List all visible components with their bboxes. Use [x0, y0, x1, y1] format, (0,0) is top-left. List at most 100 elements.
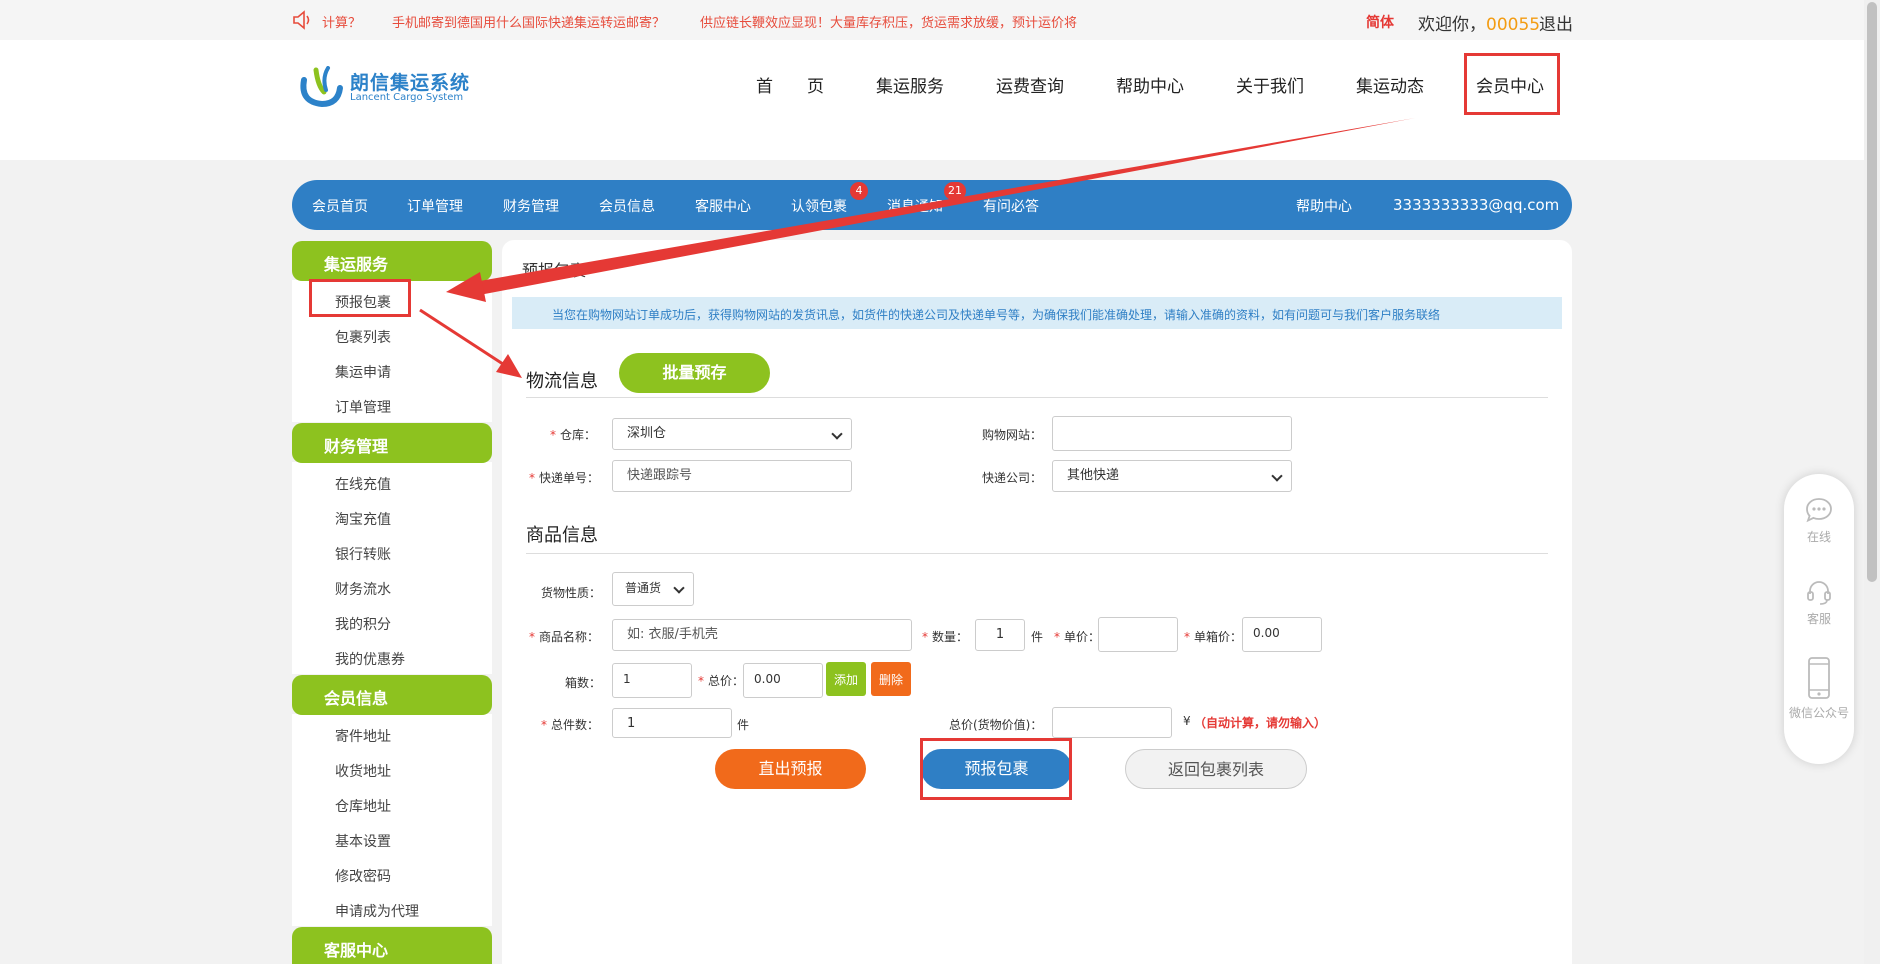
speaker-icon	[293, 10, 310, 30]
courier-select[interactable]: 其他快递	[1052, 460, 1292, 492]
headset-icon	[1807, 581, 1831, 605]
info-tip: 当您在购物网站订单成功后，获得购物网站的发货讯息，如货件的快递公司及快递单号等，…	[512, 297, 1562, 329]
tracking-input[interactable]: 快递跟踪号	[612, 460, 852, 492]
goods-nature-select[interactable]: 普通货	[612, 572, 694, 606]
member-nav-claim[interactable]: 认领包裹	[791, 196, 847, 216]
notice-item[interactable]: 计算？	[322, 12, 361, 31]
member-nav-help[interactable]: 帮助中心	[1296, 196, 1352, 216]
online-chat-label: 在线	[1806, 530, 1831, 544]
section-title-goods: 商品信息	[526, 525, 598, 546]
section-title-logistics: 物流信息	[526, 371, 598, 392]
boxes-input[interactable]: 1	[612, 663, 692, 698]
add-item-button[interactable]: 添加	[826, 662, 866, 696]
sidebar-item-parcel-list[interactable]: 包裹列表	[335, 327, 391, 347]
sidebar-item-recharge[interactable]: 在线充值	[335, 474, 391, 494]
box-price-input[interactable]: 0.00	[1242, 617, 1322, 652]
sidebar-group: 寄件地址 收货地址 仓库地址 基本设置 修改密码 申请成为代理	[292, 714, 492, 926]
sidebar-item-transactions[interactable]: 财务流水	[335, 579, 391, 599]
total-pieces-input[interactable]: 1	[612, 708, 732, 738]
member-nav-messages[interactable]: 消息通知	[887, 196, 943, 216]
logo-subtitle: Lancent Cargo System	[350, 92, 464, 103]
sidebar-item-become-agent[interactable]: 申请成为代理	[335, 901, 419, 921]
goods-name-label: * 商品名称：	[529, 630, 600, 644]
total-pieces-label: * 总件数：	[541, 718, 600, 732]
notice-item[interactable]: 手机邮寄到德国用什么国际快递集运转运邮寄？	[392, 12, 665, 31]
tracking-label: * 快递单号：	[529, 471, 600, 485]
nav-cargo-news[interactable]: 集运动态	[1356, 72, 1424, 97]
batch-forecast-button[interactable]: 批量预存	[619, 353, 770, 393]
member-nav-home[interactable]: 会员首页	[312, 196, 368, 216]
box-price-label: * 单箱价：	[1184, 630, 1243, 644]
nav-freight-query[interactable]: 运费查询	[996, 72, 1064, 97]
nav-cargo-service[interactable]: 集运服务	[876, 72, 944, 97]
nav-help-center[interactable]: 帮助中心	[1116, 72, 1184, 97]
sidebar-item-orders[interactable]: 订单管理	[335, 397, 391, 417]
customer-service-label: 客服	[1806, 612, 1831, 626]
logout-link[interactable]: 退出	[1539, 10, 1573, 35]
user-id[interactable]: 00055	[1486, 15, 1540, 35]
warehouse-label: * 仓库：	[550, 428, 597, 442]
currency-symbol: ¥	[1183, 714, 1191, 728]
member-nav-orders[interactable]: 订单管理	[407, 196, 463, 216]
member-nav-service[interactable]: 客服中心	[695, 196, 751, 216]
sidebar-item-bank-transfer[interactable]: 银行转账	[335, 544, 391, 564]
sidebar-section-title[interactable]: 会员信息	[292, 675, 492, 715]
sidebar-item-warehouse-address[interactable]: 仓库地址	[335, 796, 391, 816]
member-nav-info[interactable]: 会员信息	[599, 196, 655, 216]
price-label: * 单价：	[1054, 630, 1101, 644]
sidebar-item-points[interactable]: 我的积分	[335, 614, 391, 634]
notice-item[interactable]: 供应链长鞭效应显现！大量库存积压，货运需求放缓，预计运价将	[700, 12, 1077, 31]
welcome-text: 欢迎你，00055	[1418, 15, 1541, 35]
price-input[interactable]	[1098, 617, 1178, 652]
language-switch[interactable]: 简体	[1366, 12, 1394, 32]
shop-site-input[interactable]	[1052, 416, 1292, 451]
goods-nature-label: 货物性质：	[541, 586, 602, 600]
sidebar-item-basic-settings[interactable]: 基本设置	[335, 831, 391, 851]
warehouse-select[interactable]: 深圳仓	[612, 418, 852, 450]
sidebar-item-sender-address[interactable]: 寄件地址	[335, 726, 391, 746]
goods-value-label: 总价(货物价值)：	[949, 718, 1043, 732]
member-nav-faq[interactable]: 有问必答	[983, 196, 1039, 216]
member-email[interactable]: 3333333333@qq.com	[1393, 196, 1559, 214]
qty-unit: 件	[1031, 630, 1044, 644]
scrollbar-thumb[interactable]	[1867, 2, 1877, 582]
wechat-official[interactable]: 微信公众号	[1784, 656, 1854, 721]
courier-label: 快递公司：	[982, 471, 1043, 485]
nav-home[interactable]: 首 页	[756, 72, 824, 97]
floating-contact-widget: 在线 客服 微信公众号	[1784, 474, 1854, 764]
announcement-bar: 计算？ 手机邮寄到德国用什么国际快递集运转运邮寄？ 供应链长鞭效应显现！大量库存…	[0, 0, 1864, 40]
member-nav-finance[interactable]: 财务管理	[503, 196, 559, 216]
scrollbar[interactable]	[1864, 0, 1880, 964]
sidebar-section-title[interactable]: 财务管理	[292, 423, 492, 463]
sidebar-section-title[interactable]: 集运服务	[292, 241, 492, 281]
qty-input[interactable]: 1	[975, 619, 1025, 651]
sidebar-item-coupons[interactable]: 我的优惠券	[335, 649, 405, 669]
direct-forecast-button[interactable]: 直出预报	[715, 749, 866, 789]
online-chat[interactable]: 在线	[1784, 496, 1854, 545]
sidebar-item-taobao-recharge[interactable]: 淘宝充值	[335, 509, 391, 529]
customer-service[interactable]: 客服	[1784, 578, 1854, 627]
site-logo[interactable]: 朗信集运系统 Lancent Cargo System	[298, 64, 469, 110]
site-header	[0, 40, 1864, 160]
chat-bubble-icon	[1806, 498, 1832, 523]
sidebar-item-receiver-address[interactable]: 收货地址	[335, 761, 391, 781]
annotation-highlight-box	[309, 279, 411, 317]
total-price-input[interactable]: 0.00	[743, 663, 823, 698]
shop-site-label: 购物网站：	[982, 428, 1043, 442]
goods-value-input[interactable]	[1052, 707, 1172, 738]
annotation-highlight-box	[1464, 53, 1560, 115]
divider	[526, 553, 1548, 554]
sidebar-section-title[interactable]: 客服中心	[292, 927, 492, 964]
sidebar-group: 在线充值 淘宝充值 银行转账 财务流水 我的积分 我的优惠券	[292, 462, 492, 674]
delete-item-button[interactable]: 删除	[871, 662, 911, 696]
qty-label: * 数量：	[922, 630, 969, 644]
annotation-highlight-box	[920, 738, 1072, 800]
goods-name-input[interactable]: 如: 衣服/手机壳	[612, 619, 912, 651]
sidebar-item-cargo-apply[interactable]: 集运申请	[335, 362, 391, 382]
member-nav-bar: 会员首页 订单管理 财务管理 会员信息 客服中心 认领包裹 4 消息通知 21 …	[292, 180, 1572, 230]
sidebar-item-change-password[interactable]: 修改密码	[335, 866, 391, 886]
back-to-list-button[interactable]: 返回包裹列表	[1125, 749, 1307, 789]
total-pieces-unit: 件	[737, 718, 750, 732]
auto-calc-note: （自动计算，请勿输入）	[1194, 716, 1327, 730]
nav-about-us[interactable]: 关于我们	[1236, 72, 1304, 97]
